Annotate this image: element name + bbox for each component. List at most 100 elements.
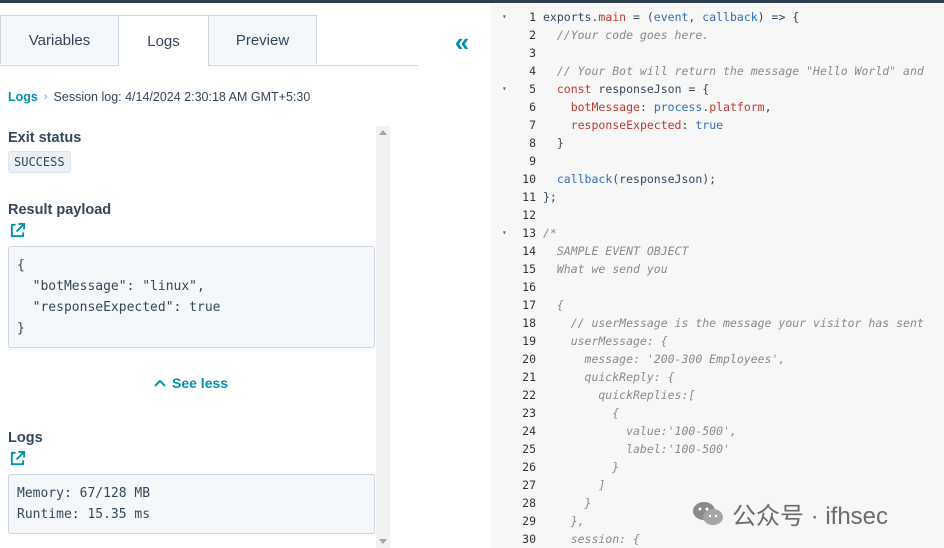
chevron-up-icon bbox=[154, 379, 166, 387]
line-number: 29 bbox=[522, 514, 536, 528]
editor-line: ▾ 5 const responseJson = { bbox=[490, 80, 944, 98]
editor-line: 16 bbox=[490, 278, 944, 296]
code-line-text: }, bbox=[543, 514, 585, 528]
line-number: 16 bbox=[522, 280, 536, 294]
code-line-text: /* bbox=[543, 226, 557, 240]
code-line-text: } bbox=[543, 136, 564, 150]
line-number: 14 bbox=[522, 244, 536, 258]
editor-line: 9 bbox=[490, 152, 944, 170]
editor-line: 24 value:'100-500', bbox=[490, 422, 944, 440]
line-number: 25 bbox=[522, 442, 536, 456]
line-number: 11 bbox=[522, 190, 536, 204]
logs-output: Memory: 67/128 MB Runtime: 15.35 ms bbox=[8, 474, 375, 534]
line-number: 18 bbox=[522, 316, 536, 330]
code-line-text: // userMessage is the message your visit… bbox=[543, 316, 924, 330]
code-line-text: // Your Bot will return the message "Hel… bbox=[543, 64, 924, 78]
editor-line: 27 ] bbox=[490, 476, 944, 494]
editor-line: 4 // Your Bot will return the message "H… bbox=[490, 62, 944, 80]
line-number: 28 bbox=[522, 496, 536, 510]
tab-preview[interactable]: Preview bbox=[208, 15, 317, 64]
code-line-text: message: '200-300 Employees', bbox=[543, 352, 786, 366]
editor-line: 26 } bbox=[490, 458, 944, 476]
tab-logs[interactable]: Logs bbox=[118, 15, 209, 66]
code-line-text: label:'100-500' bbox=[543, 442, 730, 456]
line-number: 15 bbox=[522, 262, 536, 276]
code-line-text: //Your code goes here. bbox=[543, 28, 710, 42]
line-number: 3 bbox=[529, 46, 536, 60]
line-number: 19 bbox=[522, 334, 536, 348]
code-line-text: { bbox=[543, 298, 564, 312]
code-line-text: { bbox=[543, 406, 620, 420]
wechat-icon bbox=[693, 501, 723, 525]
editor-line: 12 bbox=[490, 206, 944, 224]
code-line-text: quickReply: { bbox=[543, 370, 675, 384]
editor-line: 15 What we send you bbox=[490, 260, 944, 278]
tab-variables[interactable]: Variables bbox=[0, 15, 119, 64]
logs-heading: Logs bbox=[8, 430, 43, 446]
line-number: 13 bbox=[522, 226, 536, 240]
fold-arrow-icon[interactable]: ▾ bbox=[502, 80, 512, 98]
scroll-up-icon[interactable] bbox=[379, 130, 387, 135]
editor-line: 17 { bbox=[490, 296, 944, 314]
editor-line: 20 message: '200-300 Employees', bbox=[490, 350, 944, 368]
line-number: 2 bbox=[529, 28, 536, 42]
line-number: 1 bbox=[529, 10, 536, 24]
line-number: 23 bbox=[522, 406, 536, 420]
editor-line: ▾ 13 /* bbox=[490, 224, 944, 242]
code-line-text: callback(responseJson); bbox=[556, 172, 717, 186]
editor-line: 3 bbox=[490, 44, 944, 62]
code-line-text: responseExpected: true bbox=[570, 118, 724, 132]
code-line-text: value:'100-500', bbox=[543, 424, 737, 438]
code-line-text: quickReplies:[ bbox=[543, 388, 696, 402]
code-line-text: } bbox=[543, 460, 620, 474]
line-number: 20 bbox=[522, 352, 536, 366]
editor-line: 22 quickReplies:[ bbox=[490, 386, 944, 404]
watermark-text: 公众号 · ifhsec bbox=[732, 503, 889, 530]
editor-line: 19 userMessage: { bbox=[490, 332, 944, 350]
scrollbar[interactable] bbox=[376, 126, 390, 548]
editor-line: 25 label:'100-500' bbox=[490, 440, 944, 458]
code-editor[interactable]: ▾ 1 exports.main = (event, callback) => { 2… bbox=[490, 3, 944, 548]
breadcrumb-current: Session log: 4/14/2024 2:30:18 AM GMT+5:… bbox=[53, 90, 311, 104]
chevron-right-icon: › bbox=[43, 91, 48, 103]
code-line-text: What we send you bbox=[543, 262, 668, 276]
code-line-text: }; bbox=[543, 190, 557, 204]
result-payload-code: { "botMessage": "linux", "responseExpect… bbox=[8, 246, 375, 348]
line-number: 24 bbox=[522, 424, 536, 438]
line-number: 27 bbox=[522, 478, 536, 492]
editor-line: 21 quickReply: { bbox=[490, 368, 944, 386]
editor-line: 30 session: { bbox=[490, 530, 944, 548]
editor-line: 23 { bbox=[490, 404, 944, 422]
line-number: 4 bbox=[529, 64, 536, 78]
line-number: 30 bbox=[522, 532, 536, 546]
line-number: 12 bbox=[522, 208, 536, 222]
collapse-panel-icon[interactable]: « bbox=[448, 27, 476, 57]
external-link-icon[interactable] bbox=[9, 222, 26, 239]
external-link-icon[interactable] bbox=[9, 450, 26, 467]
see-less-button[interactable]: See less bbox=[154, 375, 228, 391]
code-line-text: exports.main = (event, callback) => { bbox=[543, 10, 800, 24]
editor-line: ▾ 1 exports.main = (event, callback) => { bbox=[490, 8, 944, 26]
breadcrumb-logs-link[interactable]: Logs bbox=[8, 90, 38, 104]
fold-arrow-icon[interactable]: ▾ bbox=[502, 8, 512, 26]
breadcrumb: Logs › Session log: 4/14/2024 2:30:18 AM… bbox=[8, 90, 310, 104]
result-payload-heading: Result payload bbox=[8, 202, 112, 218]
fold-arrow-icon[interactable]: ▾ bbox=[502, 224, 512, 242]
exit-status-heading: Exit status bbox=[8, 130, 82, 146]
code-line-text: botMessage: process.platform, bbox=[570, 100, 772, 114]
line-number: 9 bbox=[529, 154, 536, 168]
scroll-down-icon[interactable] bbox=[379, 539, 387, 544]
line-number: 10 bbox=[522, 172, 536, 186]
line-number: 5 bbox=[529, 82, 536, 96]
editor-line: 11}; bbox=[490, 188, 944, 206]
watermark: 公众号 · ifhsec bbox=[692, 496, 888, 531]
line-number: 8 bbox=[529, 136, 536, 150]
editor-line: 6 botMessage: process.platform, bbox=[490, 98, 944, 116]
code-line-text: ] bbox=[543, 478, 606, 492]
line-number: 21 bbox=[522, 370, 536, 384]
code-line-text: const responseJson = { bbox=[556, 82, 710, 96]
status-badge: SUCCESS bbox=[8, 151, 71, 173]
code-line-text: userMessage: { bbox=[543, 334, 668, 348]
line-number: 7 bbox=[529, 118, 536, 132]
line-number: 22 bbox=[522, 388, 536, 402]
